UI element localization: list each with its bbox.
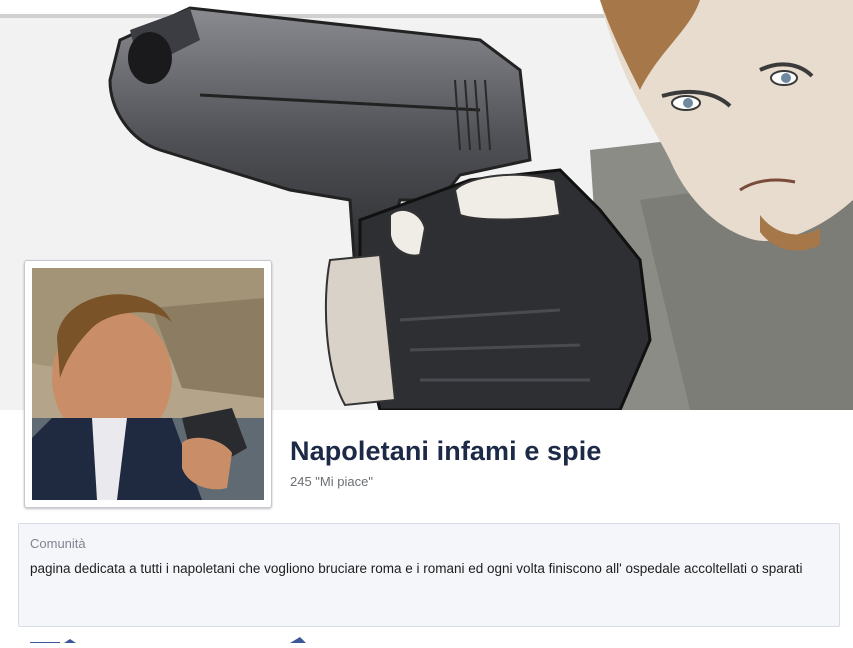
page-description: pagina dedicata a tutti i napoletani che… — [30, 561, 803, 576]
page-title[interactable]: Napoletani infami e spie — [290, 436, 601, 467]
page-category[interactable]: Comunità — [30, 536, 86, 551]
profile-photo — [32, 268, 264, 500]
partial-icons — [30, 637, 306, 644]
profile-picture[interactable] — [32, 268, 264, 500]
profile-picture-frame[interactable] — [24, 260, 272, 508]
bottom-partial-strip — [0, 630, 853, 644]
about-box: Comunità pagina dedicata a tutti i napol… — [18, 523, 840, 627]
likes-count[interactable]: 245 "Mi piace" — [290, 474, 373, 489]
